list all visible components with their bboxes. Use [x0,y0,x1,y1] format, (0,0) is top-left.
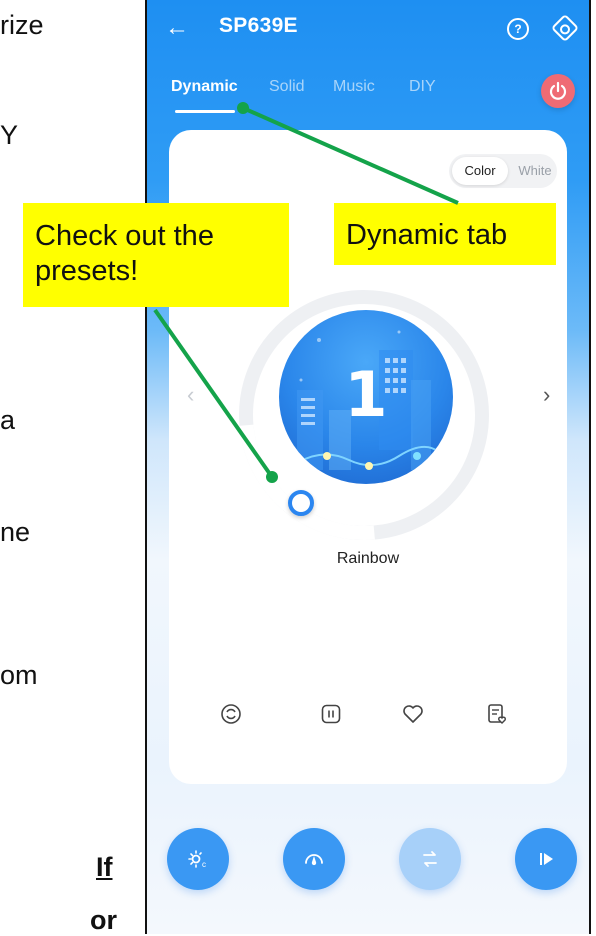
dial-slider-knob[interactable] [288,490,314,516]
doc-fragment-2: Y [0,120,19,150]
doc-fragment-7: or [90,905,117,935]
tab-solid[interactable]: Solid [269,78,305,96]
dynamic-tab-callout: Dynamic tab [334,203,556,265]
app-header: ← SP639E ? [147,0,589,60]
doc-fragment-5: om [0,660,38,690]
tab-music[interactable]: Music [333,78,375,96]
white-option[interactable]: White [513,154,557,188]
doc-fragment-1: rize [0,10,44,40]
transition-button[interactable] [399,828,461,890]
presets-callout: Check out the presets! [23,203,289,307]
brightness-button[interactable]: c [167,828,229,890]
transition-icon [423,851,437,867]
tab-dynamic[interactable]: Dynamic [171,78,238,96]
refresh-icon[interactable] [219,702,243,726]
svg-text:c: c [202,860,206,869]
previous-preset-arrow[interactable]: ‹ [187,382,194,408]
list-favorite-icon[interactable] [485,702,509,726]
settings-icon[interactable] [550,13,580,43]
color-white-toggle[interactable]: Color White [449,154,557,188]
active-tab-indicator [175,110,235,113]
speed-icon [305,854,323,866]
color-option[interactable]: Color [452,157,508,185]
tab-diy[interactable]: DIY [409,78,436,96]
preset-name: Rainbow [336,550,400,567]
play-icon [540,853,553,865]
play-button[interactable] [515,828,577,890]
speed-button[interactable] [283,828,345,890]
arrow-left-icon[interactable]: ← [165,14,189,42]
preset-illustration[interactable]: 1 [279,310,453,484]
question-circle-icon[interactable]: ? [507,18,529,40]
pause-icon[interactable] [319,702,343,726]
power-button[interactable] [541,74,575,108]
doc-fragment-4: ne [0,517,31,547]
doc-fragment-3: a [0,405,16,435]
heart-icon[interactable] [401,702,425,726]
power-icon [549,81,567,100]
preset-number: 1 [344,358,388,431]
device-name: SP639E [219,14,298,37]
brightness-icon: c [188,850,206,869]
doc-fragment-6: If [96,852,113,882]
next-preset-arrow[interactable]: › [543,382,550,408]
phone-screenshot: ← SP639E ? Dynamic Solid Music DIY Color… [145,0,591,934]
